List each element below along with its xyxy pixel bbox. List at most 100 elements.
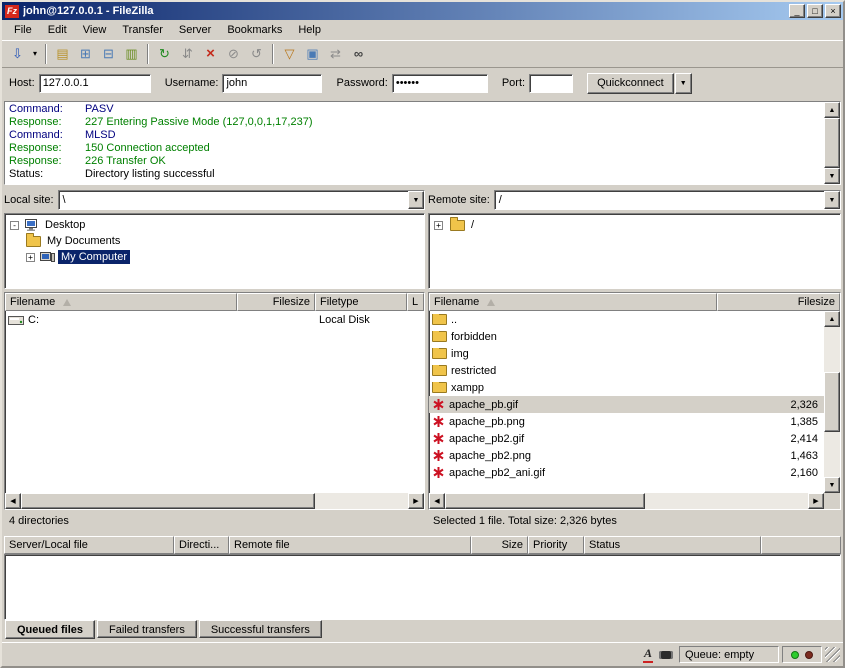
remote-vscrollbar[interactable]: ▲ ▼ bbox=[824, 311, 840, 493]
scroll-right-icon[interactable]: ▶ bbox=[808, 493, 824, 509]
scroll-thumb[interactable] bbox=[824, 118, 840, 168]
scroll-left-icon[interactable]: ◀ bbox=[429, 493, 445, 509]
remote-hscrollbar[interactable]: ◀ ▶ bbox=[429, 493, 840, 509]
file-row[interactable]: apache_pb2.gif 2,414 bbox=[429, 430, 824, 447]
file-row[interactable]: .. bbox=[429, 311, 824, 328]
disconnect-icon[interactable]: ⊘ bbox=[222, 43, 245, 65]
find-icon[interactable]: ∞ bbox=[347, 43, 370, 65]
resize-grip[interactable] bbox=[825, 647, 840, 662]
expand-icon[interactable]: + bbox=[26, 253, 35, 262]
scroll-left-icon[interactable]: ◀ bbox=[5, 493, 21, 509]
menu-edit[interactable]: Edit bbox=[40, 21, 75, 39]
host-input[interactable] bbox=[39, 74, 151, 93]
scroll-up-icon[interactable]: ▲ bbox=[824, 311, 840, 327]
tree-item-root[interactable]: + / bbox=[429, 217, 840, 233]
transfer-type-icon[interactable]: A bbox=[643, 646, 653, 663]
column-header-size[interactable]: Size bbox=[471, 536, 528, 554]
scroll-thumb[interactable] bbox=[21, 493, 315, 509]
menu-file[interactable]: File bbox=[6, 21, 40, 39]
refresh-icon[interactable]: ↻ bbox=[153, 43, 176, 65]
file-size: 2,326 bbox=[717, 399, 824, 411]
file-row[interactable]: xampp bbox=[429, 379, 824, 396]
column-header-priority[interactable]: Priority bbox=[528, 536, 584, 554]
titlebar[interactable]: Fz john@127.0.0.1 - FileZilla _ □ × bbox=[2, 2, 843, 20]
file-row[interactable]: forbidden bbox=[429, 328, 824, 345]
file-row[interactable]: restricted bbox=[429, 362, 824, 379]
menu-bookmarks[interactable]: Bookmarks bbox=[219, 21, 290, 39]
column-label: L bbox=[412, 296, 418, 308]
scroll-right-icon[interactable]: ▶ bbox=[408, 493, 424, 509]
tab-queued-files[interactable]: Queued files bbox=[5, 620, 95, 639]
toggle-remote-tree-icon[interactable]: ⊟ bbox=[97, 43, 120, 65]
quickconnect-dropdown-icon[interactable]: ▼ bbox=[675, 73, 692, 94]
abort-icon[interactable]: × bbox=[199, 43, 222, 65]
expand-icon[interactable]: + bbox=[434, 221, 443, 230]
log-line-text: 227 Entering Passive Mode (127,0,0,1,17,… bbox=[85, 116, 312, 128]
compare-icon[interactable]: ▣ bbox=[301, 43, 324, 65]
file-name: restricted bbox=[451, 365, 496, 377]
file-row[interactable]: apache_pb.png 1,385 bbox=[429, 413, 824, 430]
tree-item-my-documents[interactable]: My Documents bbox=[5, 233, 424, 249]
chevron-down-icon[interactable]: ▼ bbox=[824, 191, 840, 209]
process-queue-icon[interactable]: ⇵ bbox=[176, 43, 199, 65]
column-header-filesize[interactable]: Filesize bbox=[237, 293, 315, 311]
tab-failed-transfers[interactable]: Failed transfers bbox=[97, 620, 197, 638]
reconnect-icon[interactable]: ↺ bbox=[245, 43, 268, 65]
minimize-button[interactable]: _ bbox=[789, 4, 805, 18]
username-input[interactable] bbox=[222, 74, 322, 93]
local-site-combo[interactable]: \ ▼ bbox=[58, 190, 425, 210]
filter-icon[interactable]: ▽ bbox=[278, 43, 301, 65]
column-header-filename[interactable]: Filename bbox=[5, 293, 237, 311]
menu-transfer[interactable]: Transfer bbox=[114, 21, 171, 39]
toggle-message-log-icon[interactable]: ▤ bbox=[51, 43, 74, 65]
file-row-selected[interactable]: apache_pb.gif 2,326 bbox=[429, 396, 824, 413]
scroll-thumb[interactable] bbox=[824, 372, 840, 432]
sync-browse-icon[interactable]: ⇄ bbox=[324, 43, 347, 65]
image-file-icon bbox=[432, 432, 445, 445]
column-header-server-local-file[interactable]: Server/Local file bbox=[4, 536, 174, 554]
scroll-down-icon[interactable]: ▼ bbox=[824, 477, 840, 493]
file-row[interactable]: apache_pb2.png 1,463 bbox=[429, 447, 824, 464]
menu-help[interactable]: Help bbox=[290, 21, 329, 39]
site-manager-dropdown-icon[interactable]: ▾ bbox=[29, 43, 41, 65]
column-label: Directi... bbox=[179, 539, 219, 551]
remote-site-combo[interactable]: / ▼ bbox=[494, 190, 841, 210]
maximize-button[interactable]: □ bbox=[807, 4, 823, 18]
site-manager-icon[interactable]: ⇩ bbox=[6, 43, 29, 65]
column-label: Filesize bbox=[273, 296, 310, 308]
password-input[interactable] bbox=[392, 74, 488, 93]
column-label: Filename bbox=[10, 296, 55, 308]
collapse-icon[interactable]: - bbox=[10, 221, 19, 230]
folder-icon bbox=[432, 382, 447, 393]
menu-server[interactable]: Server bbox=[171, 21, 219, 39]
tab-successful-transfers[interactable]: Successful transfers bbox=[199, 620, 322, 638]
file-name: apache_pb.png bbox=[449, 416, 525, 428]
toggle-queue-icon[interactable]: ▥ bbox=[120, 43, 143, 65]
column-header-filetype[interactable]: Filetype bbox=[315, 293, 407, 311]
tree-item-my-computer[interactable]: + My Computer bbox=[5, 249, 424, 265]
scroll-up-icon[interactable]: ▲ bbox=[824, 102, 840, 118]
scroll-down-icon[interactable]: ▼ bbox=[824, 168, 840, 184]
file-row[interactable]: img bbox=[429, 345, 824, 362]
local-hscrollbar[interactable]: ◀ ▶ bbox=[5, 493, 424, 509]
column-header-direction[interactable]: Directi... bbox=[174, 536, 229, 554]
toggle-local-tree-icon[interactable]: ⊞ bbox=[74, 43, 97, 65]
close-button[interactable]: × bbox=[825, 4, 841, 18]
column-header-filename[interactable]: Filename bbox=[429, 293, 717, 311]
column-header-remote-file[interactable]: Remote file bbox=[229, 536, 471, 554]
port-input[interactable] bbox=[529, 74, 573, 93]
sort-ascending-icon bbox=[487, 299, 495, 306]
column-header-lastmodified[interactable]: L bbox=[407, 293, 424, 311]
column-header-filesize[interactable]: Filesize bbox=[717, 293, 840, 311]
menu-view[interactable]: View bbox=[75, 21, 115, 39]
queue-list[interactable] bbox=[4, 554, 841, 620]
chevron-down-icon[interactable]: ▼ bbox=[408, 191, 424, 209]
remote-file-list: Filename Filesize .. forbidden img bbox=[428, 292, 841, 510]
file-row[interactable]: apache_pb2_ani.gif 2,160 bbox=[429, 464, 824, 481]
log-scrollbar[interactable]: ▲ ▼ bbox=[824, 102, 840, 184]
tree-item-desktop[interactable]: - Desktop bbox=[5, 217, 424, 233]
scroll-thumb[interactable] bbox=[445, 493, 645, 509]
column-header-status[interactable]: Status bbox=[584, 536, 761, 554]
file-row[interactable]: C: Local Disk bbox=[5, 311, 424, 328]
quickconnect-button[interactable]: Quickconnect bbox=[587, 73, 674, 94]
